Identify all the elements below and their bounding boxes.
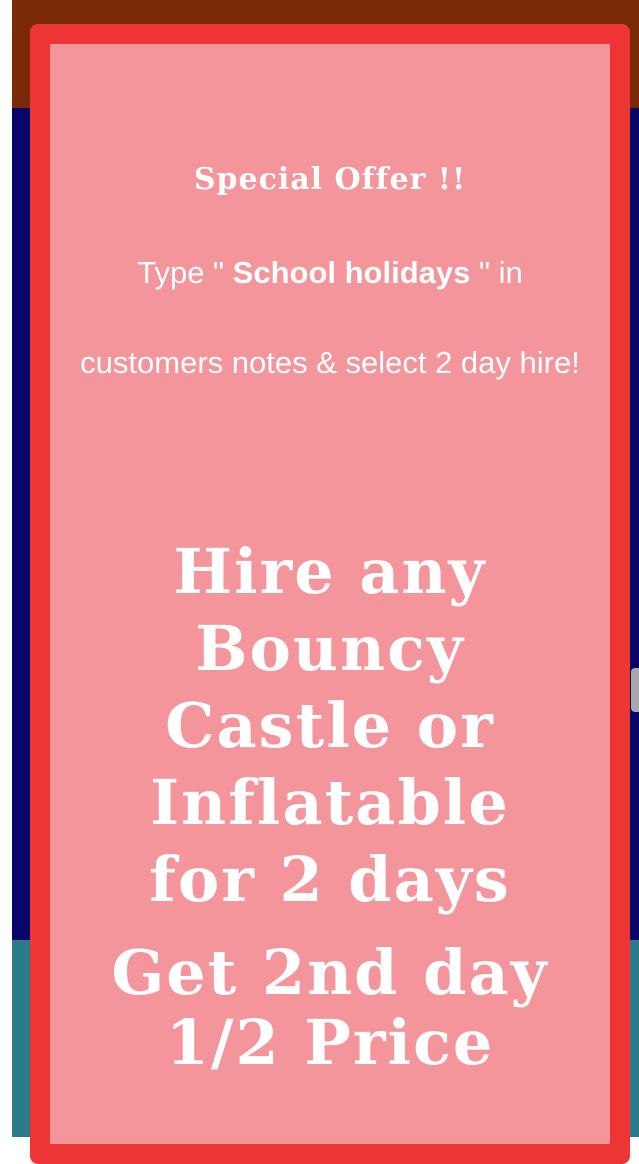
side-tab-handle[interactable]: [631, 668, 639, 712]
special-offer-popup: Special Offer !! Type " School holidays …: [30, 24, 630, 1164]
popup-content: Special Offer !! Type " School holidays …: [50, 44, 610, 1144]
offer-headline: Hire any Bouncy Castle or Inflatable for…: [149, 535, 511, 916]
offer-instructions: Type " School holidays " in customers no…: [70, 228, 590, 408]
promo-code: School holidays: [232, 255, 471, 290]
instructions-prefix: Type ": [137, 255, 233, 290]
offer-title: Special Offer !!: [193, 162, 467, 197]
offer-subheadline: Get 2nd day 1/2 Price: [111, 936, 549, 1079]
